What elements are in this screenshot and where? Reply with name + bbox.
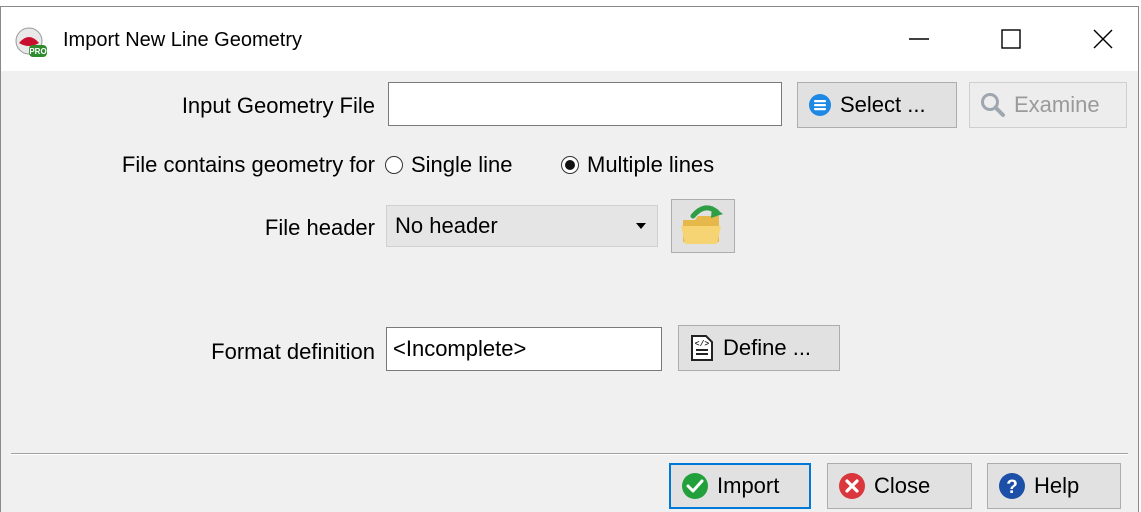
radio-unchecked-icon (385, 156, 403, 174)
radio-checked-icon (561, 156, 579, 174)
radio-single-line-label: Single line (411, 152, 513, 177)
help-button[interactable]: ? Help (987, 463, 1121, 509)
app-logo-pro-icon: PRO (15, 27, 47, 59)
minimize-icon (909, 38, 929, 40)
format-definition-label: Format definition (211, 339, 375, 364)
file-header-selected-value: No header (395, 213, 498, 238)
close-icon (1093, 29, 1113, 49)
examine-button[interactable]: Examine (969, 82, 1127, 128)
examine-button-label: Examine (1014, 92, 1100, 117)
svg-text:PRO: PRO (29, 47, 46, 56)
help-button-label: Help (1034, 473, 1080, 498)
geometry-scope-label: File contains geometry for (121, 152, 375, 177)
svg-text:?: ? (1006, 477, 1018, 498)
import-line-geometry-dialog: PRO Import New Line Geometry Input Geome… (0, 6, 1139, 512)
checkmark-icon (682, 473, 708, 499)
chevron-down-icon (636, 223, 646, 229)
radio-multiple-lines[interactable]: Multiple lines (561, 152, 714, 178)
document-edit-icon: </> (691, 335, 713, 361)
input-geometry-file-field[interactable] (388, 82, 782, 126)
help-icon: ? (999, 473, 1025, 499)
define-format-button[interactable]: </> Define ... (678, 325, 840, 371)
close-window-button[interactable] (1077, 19, 1129, 59)
select-file-button[interactable]: Select ... (797, 82, 957, 128)
load-header-button[interactable] (671, 199, 735, 253)
input-geometry-file-label: Input Geometry File (181, 93, 375, 118)
footer-divider (11, 453, 1128, 455)
minimize-button[interactable] (893, 19, 945, 59)
magnifier-icon (981, 93, 1005, 117)
close-button-label: Close (874, 473, 931, 498)
radio-single-line[interactable]: Single line (385, 152, 513, 178)
folder-arrow-icon (681, 205, 723, 244)
window-title: Import New Line Geometry (63, 29, 302, 51)
import-button[interactable]: Import (669, 463, 811, 509)
define-format-button-label: Define ... (723, 335, 812, 360)
format-definition-field[interactable] (386, 327, 662, 371)
radio-multiple-lines-label: Multiple lines (587, 152, 715, 177)
import-button-label: Import (717, 473, 780, 498)
maximize-icon (1001, 29, 1021, 49)
file-header-dropdown[interactable]: No header (386, 205, 658, 247)
close-circle-icon (839, 473, 865, 499)
list-icon (809, 94, 831, 116)
select-file-button-label: Select ... (840, 92, 926, 117)
file-header-label: File header (264, 215, 375, 240)
svg-text:</>: </> (695, 340, 710, 349)
maximize-button[interactable] (985, 19, 1037, 59)
close-button[interactable]: Close (827, 463, 972, 509)
title-bar: PRO Import New Line Geometry (1, 7, 1138, 71)
